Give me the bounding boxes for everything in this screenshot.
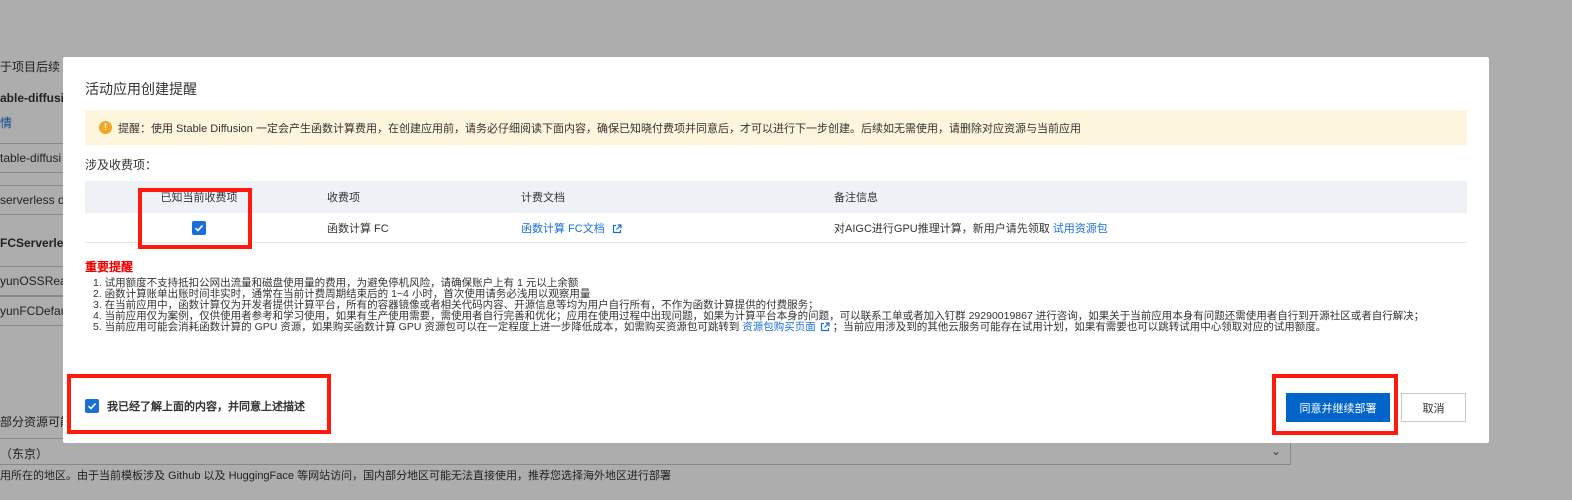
header-fee-item: 收费项 xyxy=(327,192,360,204)
note5-text-after: ；当前应用涉及到的其他云服务可能存在试用计划，如果有需要也可以跳转试用中心领取对… xyxy=(832,321,1327,333)
agree-and-deploy-button[interactable]: 同意并继续部署 xyxy=(1286,393,1390,422)
fee-table: 已知当前收费项 收费项 计费文档 备注信息 函数计算 FC 函数计算 FC文档 … xyxy=(85,181,1467,243)
dialog-title: 活动应用创建提醒 xyxy=(85,81,197,97)
table-row: 函数计算 FC 函数计算 FC文档 对AIGC进行GPU推理计算，新用户请先领取… xyxy=(85,213,1467,243)
checkmark-icon xyxy=(194,224,204,232)
list-item: 5. 当前应用可能会消耗函数计算的 GPU 资源，如果购买函数计算 GPU 资源… xyxy=(93,322,1424,333)
fee-section-label: 涉及收费项： xyxy=(85,158,158,172)
exclamation-icon: ! xyxy=(99,121,112,134)
header-billing-doc: 计费文档 xyxy=(521,192,565,204)
external-link-icon[interactable] xyxy=(612,223,622,234)
header-acknowledged: 已知当前收费项 xyxy=(160,192,238,204)
billing-doc-link[interactable]: 函数计算 FC文档 xyxy=(521,223,605,235)
external-link-icon[interactable] xyxy=(820,322,830,332)
agree-checkbox-box[interactable] xyxy=(85,399,99,413)
note5-text-before: 5. 当前应用可能会消耗函数计算的 GPU 资源，如果购买函数计算 GPU 资源… xyxy=(93,321,743,333)
warning-text: 提醒：使用 Stable Diffusion 一定会产生函数计算费用，在创建应用… xyxy=(118,122,1081,135)
warning-banner: ! 提醒：使用 Stable Diffusion 一定会产生函数计算费用，在创建… xyxy=(85,110,1467,145)
acknowledge-checkbox[interactable] xyxy=(192,220,206,235)
agree-label: 我已经了解上面的内容，并同意上述描述 xyxy=(107,401,305,413)
fee-item-name: 函数计算 FC xyxy=(327,222,389,235)
important-reminder-title: 重要提醒 xyxy=(85,260,134,274)
fee-note-text: 对AIGC进行GPU推理计算，新用户请先领取 xyxy=(834,222,1050,235)
agree-terms-checkbox[interactable]: 我已经了解上面的内容，并同意上述描述 xyxy=(85,398,305,414)
trial-package-link[interactable]: 试用资源包 xyxy=(1053,223,1108,235)
activity-reminder-dialog: 活动应用创建提醒 ! 提醒：使用 Stable Diffusion 一定会产生函… xyxy=(63,57,1489,443)
important-notes-list: 1. 试用额度不支持抵扣公网出流量和磁盘使用量的费用，为避免停机风险，请确保账户… xyxy=(93,278,1424,333)
resource-purchase-link[interactable]: 资源包购买页面 xyxy=(742,321,816,333)
checkmark-icon xyxy=(87,402,97,410)
cancel-button[interactable]: 取消 xyxy=(1401,393,1466,422)
header-notes: 备注信息 xyxy=(834,192,878,204)
table-header: 已知当前收费项 收费项 计费文档 备注信息 xyxy=(85,181,1467,213)
